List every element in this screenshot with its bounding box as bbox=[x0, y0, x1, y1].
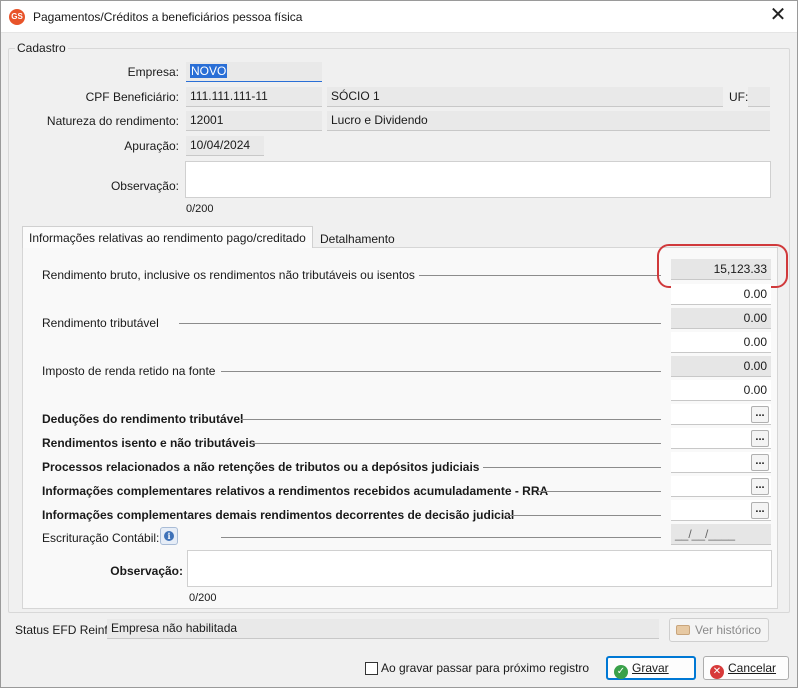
isentos-line bbox=[251, 443, 661, 444]
decisao-ellipsis-button[interactable]: ... bbox=[751, 502, 769, 519]
cpf-field[interactable]: 111.111.111-11 bbox=[186, 87, 322, 107]
rendimento-tributavel-value-1: 0.00 bbox=[671, 308, 771, 329]
deducoes-label: Deduções do rendimento tributável bbox=[42, 412, 244, 426]
natureza-code-field[interactable]: 12001 bbox=[186, 111, 322, 131]
next-record-checkbox[interactable] bbox=[365, 662, 378, 675]
imposto-value-1: 0.00 bbox=[671, 356, 771, 377]
next-record-checkbox-label: Ao gravar passar para próximo registro bbox=[381, 661, 590, 675]
escrituracao-date: __/__/____ bbox=[671, 524, 771, 545]
uf-field[interactable] bbox=[748, 87, 770, 107]
rendimento-tributavel-label: Rendimento tributável bbox=[42, 316, 159, 330]
rra-line bbox=[537, 491, 661, 492]
title-bar: GS Pagamentos/Créditos a beneficiários p… bbox=[1, 1, 797, 33]
cancel-icon: ✕ bbox=[710, 665, 724, 679]
observacao-textarea[interactable] bbox=[185, 161, 771, 198]
ver-historico-label: Ver histórico bbox=[695, 623, 762, 637]
highlight-annotation bbox=[657, 244, 788, 288]
cancel-button[interactable]: ✕ Cancelar bbox=[703, 656, 789, 680]
history-icon bbox=[676, 625, 690, 635]
observacao-label: Observação: bbox=[110, 179, 179, 193]
info-icon-button[interactable]: i bbox=[160, 527, 178, 545]
rra-label: Informações complementares relativos a r… bbox=[42, 484, 549, 498]
escrituracao-label: Escrituração Contábil: bbox=[42, 531, 160, 545]
empresa-field[interactable]: NOVO bbox=[186, 62, 322, 82]
processos-field: ... bbox=[671, 452, 771, 473]
apuracao-label: Apuração: bbox=[124, 139, 179, 153]
isentos-field: ... bbox=[671, 428, 771, 449]
natureza-desc-field[interactable]: Lucro e Dividendo bbox=[327, 111, 770, 131]
rra-field: ... bbox=[671, 476, 771, 497]
rendimento-bruto-label: Rendimento bruto, inclusive os rendiment… bbox=[42, 268, 415, 282]
beneficiario-name-field[interactable]: SÓCIO 1 bbox=[327, 87, 723, 107]
tab-informacoes[interactable]: Informações relativas ao rendimento pago… bbox=[22, 226, 313, 248]
deducoes-line bbox=[241, 419, 661, 420]
save-button-label: Gravar bbox=[632, 661, 669, 675]
window-title: Pagamentos/Créditos a beneficiários pess… bbox=[33, 10, 303, 24]
decisao-label: Informações complementares demais rendim… bbox=[42, 508, 515, 522]
rra-ellipsis-button[interactable]: ... bbox=[751, 478, 769, 495]
cpf-label: CPF Beneficiário: bbox=[85, 90, 179, 104]
processos-label: Processos relacionados a não retenções d… bbox=[42, 460, 480, 474]
escrituracao-line bbox=[221, 537, 661, 538]
deducoes-ellipsis-button[interactable]: ... bbox=[751, 406, 769, 423]
observacao-counter: 0/200 bbox=[186, 203, 214, 215]
info-observacao-textarea[interactable] bbox=[187, 550, 772, 587]
processos-line bbox=[483, 467, 661, 468]
info-icon: i bbox=[164, 531, 174, 541]
save-button[interactable]: ✓ Gravar bbox=[606, 656, 696, 680]
cadastro-legend: Cadastro bbox=[15, 41, 68, 55]
app-logo-icon: GS bbox=[9, 9, 25, 25]
uf-label: UF: bbox=[729, 90, 749, 104]
close-icon: ✕ bbox=[769, 4, 787, 26]
apuracao-field[interactable]: 10/04/2024 bbox=[186, 136, 264, 156]
rendimento-tributavel-line bbox=[179, 323, 661, 324]
natureza-label: Natureza do rendimento: bbox=[46, 114, 179, 128]
dialog-window: GS Pagamentos/Créditos a beneficiários p… bbox=[0, 0, 798, 688]
rendimento-tributavel-input-2[interactable]: 0.00 bbox=[671, 332, 771, 353]
imposto-line bbox=[221, 371, 661, 372]
empresa-value: NOVO bbox=[190, 64, 228, 78]
imposto-input-2[interactable]: 0.00 bbox=[671, 380, 771, 401]
info-observacao-label: Observação: bbox=[110, 564, 183, 578]
deducoes-field: ... bbox=[671, 404, 771, 425]
isentos-label: Rendimentos isento e não tributáveis bbox=[42, 436, 256, 450]
empresa-label: Empresa: bbox=[127, 65, 179, 79]
cancel-button-label: Cancelar bbox=[728, 661, 777, 675]
status-field: Empresa não habilitada bbox=[107, 619, 659, 639]
decisao-field: ... bbox=[671, 500, 771, 521]
isentos-ellipsis-button[interactable]: ... bbox=[751, 430, 769, 447]
decisao-line bbox=[505, 515, 661, 516]
close-button[interactable]: ✕ bbox=[763, 1, 793, 31]
rendimento-bruto-line bbox=[419, 275, 661, 276]
checkmark-icon: ✓ bbox=[614, 665, 628, 679]
processos-ellipsis-button[interactable]: ... bbox=[751, 454, 769, 471]
rendimento-bruto-sub-input[interactable]: 0.00 bbox=[671, 284, 771, 305]
info-observacao-counter: 0/200 bbox=[189, 592, 217, 604]
status-label: Status EFD Reinf: bbox=[15, 623, 112, 637]
ver-historico-button[interactable]: Ver histórico bbox=[669, 618, 769, 642]
imposto-label: Imposto de renda retido na fonte bbox=[42, 364, 216, 378]
